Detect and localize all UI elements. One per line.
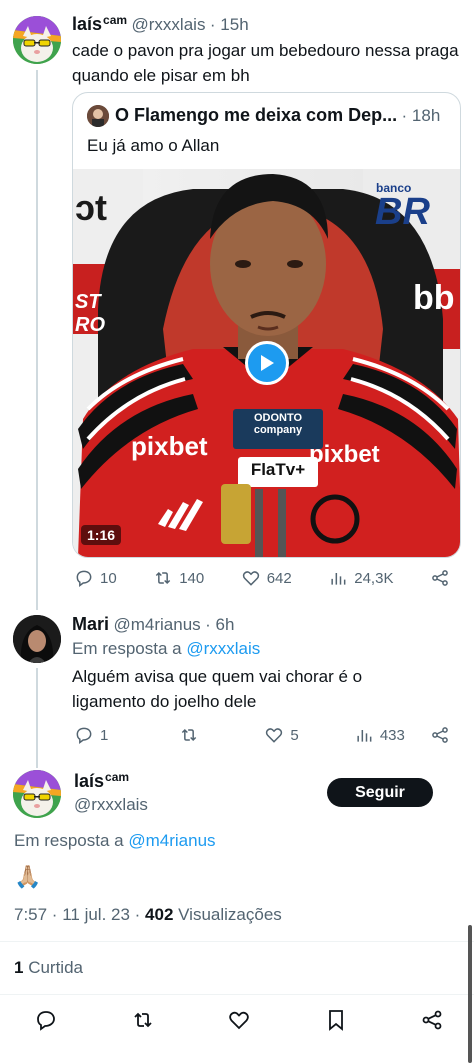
views-icon xyxy=(331,573,346,585)
views-count: 402 xyxy=(145,905,174,924)
views-button[interactable]: 433 xyxy=(354,725,405,745)
share-button[interactable] xyxy=(420,1008,444,1037)
play-icon xyxy=(261,355,274,371)
bookmark-icon xyxy=(328,1010,343,1031)
mic-label: ODONTO company xyxy=(253,412,303,436)
sponsor-text: ST xyxy=(75,291,101,313)
display-name[interactable]: laíscam xyxy=(74,770,129,792)
sponsor-text: RO xyxy=(75,314,105,336)
reply-icon xyxy=(37,1011,55,1031)
reply-icon xyxy=(76,727,92,744)
reply-context: Em resposta a @m4rianus xyxy=(14,831,216,850)
retweet-button[interactable] xyxy=(131,1008,155,1037)
tweet-text: 🙏🏼 xyxy=(14,864,42,889)
quote-text: Eu já amo o Allan xyxy=(87,136,220,155)
retweet-button[interactable] xyxy=(179,725,239,745)
retweet-icon xyxy=(133,1012,152,1028)
sponsor-text: BR xyxy=(375,191,430,233)
bookmark-button[interactable] xyxy=(324,1008,348,1037)
like-button[interactable]: 5 xyxy=(264,725,299,745)
quote-time[interactable]: · 18h xyxy=(402,106,441,125)
tweet-text: Alguém avisa que quem vai chorar é o lig… xyxy=(72,667,363,711)
reply-icon xyxy=(76,570,92,587)
handle[interactable]: @rxxxlais xyxy=(74,795,148,815)
timestamp[interactable]: · 6h xyxy=(205,615,234,634)
display-name[interactable]: laíscam xyxy=(72,13,127,34)
reply-context: Em resposta a @rxxxlais xyxy=(72,639,261,658)
quote-avatar xyxy=(87,105,109,127)
timestamp[interactable]: · 15h xyxy=(210,15,249,34)
tweet-header: laíscam @rxxxlais · 15h xyxy=(72,13,249,35)
avatar[interactable] xyxy=(13,615,61,663)
action-bar xyxy=(34,1008,444,1037)
tweet-text: cade o pavon pra jogar um bebedouro ness… xyxy=(72,41,459,85)
quote-title[interactable]: O Flamengo me deixa com Dep... xyxy=(115,105,397,125)
share-icon xyxy=(422,1010,442,1030)
retweet-button[interactable]: 140 xyxy=(153,568,204,588)
heart-icon xyxy=(229,1011,249,1030)
tweet-header: Mari @m4rianus · 6h xyxy=(72,614,234,635)
share-icon xyxy=(432,570,448,586)
views-icon xyxy=(357,730,372,742)
play-button[interactable] xyxy=(245,341,289,385)
heart-icon xyxy=(242,571,259,586)
avatar[interactable] xyxy=(13,16,61,64)
display-name[interactable]: Mari xyxy=(72,614,109,634)
sponsor-text: pixbet xyxy=(309,441,380,468)
heart-icon xyxy=(266,728,283,743)
retweet-icon xyxy=(181,728,197,742)
video-player[interactable]: ɔt banco BR ST RO bb pixbet pixbet ODONT… xyxy=(73,169,460,557)
scrollbar[interactable] xyxy=(468,925,472,1063)
video-duration: 1:16 xyxy=(81,525,122,545)
like-button[interactable] xyxy=(227,1008,251,1037)
views-button[interactable]: 24,3K xyxy=(328,568,393,588)
sponsor-text: pixbet xyxy=(131,431,208,461)
mention-link[interactable]: @rxxxlais xyxy=(186,639,260,658)
reply-button[interactable]: 10 xyxy=(74,568,117,588)
mic-label: FlaTv+ xyxy=(250,460,306,479)
divider xyxy=(0,941,474,942)
sponsor-text: ɔt xyxy=(75,187,108,228)
reply-button[interactable] xyxy=(34,1008,58,1037)
thread-line xyxy=(36,70,38,610)
share-button[interactable] xyxy=(430,568,450,588)
tweet-actions: 1 5 433 xyxy=(74,725,450,745)
retweet-icon xyxy=(155,571,171,585)
tweet-timestamp: 7:57 · 11 jul. 23 · 402 Visualizações xyxy=(14,905,282,924)
like-button[interactable]: 642 xyxy=(241,568,292,588)
handle[interactable]: @rxxxlais xyxy=(132,15,206,34)
divider xyxy=(0,994,474,995)
handle[interactable]: @m4rianus xyxy=(113,615,200,634)
share-button[interactable] xyxy=(430,725,450,745)
avatar[interactable] xyxy=(13,770,61,818)
quoted-tweet[interactable]: O Flamengo me deixa com Dep... · 18h Eu … xyxy=(72,92,461,558)
sponsor-text: bb xyxy=(413,279,455,317)
reply-button[interactable]: 1 xyxy=(74,725,134,745)
thread-line xyxy=(36,668,38,768)
mention-link[interactable]: @m4rianus xyxy=(128,831,215,850)
likes-summary[interactable]: 1 Curtida xyxy=(14,958,83,978)
share-icon xyxy=(432,727,448,743)
follow-button[interactable]: Seguir xyxy=(327,778,433,807)
tweet-actions: 10 140 642 24,3K xyxy=(74,568,450,588)
